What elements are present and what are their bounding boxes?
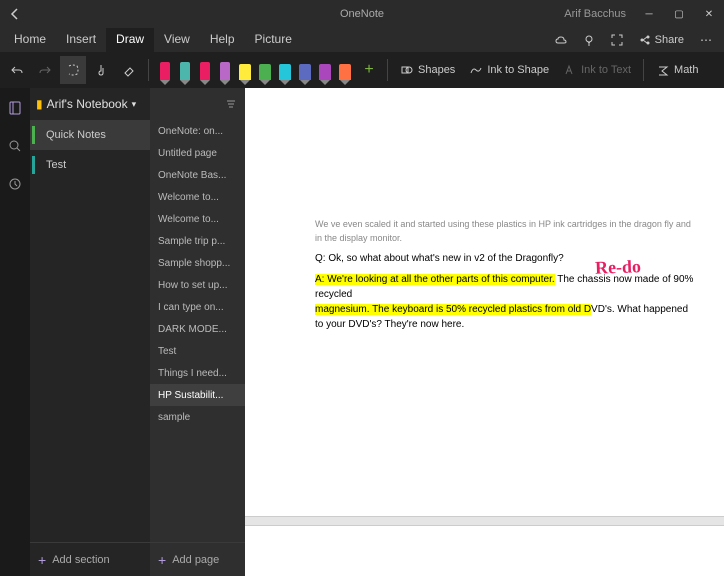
- note-text-clipped: We ve even scaled it and started using t…: [315, 218, 694, 245]
- pen-2[interactable]: [196, 55, 214, 85]
- eraser-button[interactable]: [116, 56, 142, 84]
- page-break: [245, 516, 724, 526]
- minimize-button[interactable]: ─: [634, 0, 664, 28]
- share-button[interactable]: Share: [633, 34, 690, 46]
- lightbulb-icon[interactable]: [577, 28, 601, 52]
- notebook-icon: ▮: [36, 97, 43, 111]
- highlighter-7[interactable]: [296, 55, 314, 85]
- math-button[interactable]: Math: [650, 56, 704, 84]
- pen-3[interactable]: [216, 55, 234, 85]
- add-page-button[interactable]: + Add page: [150, 542, 245, 576]
- section-item[interactable]: Quick Notes: [30, 120, 150, 150]
- page-item[interactable]: Untitled page: [150, 142, 245, 164]
- pen-0[interactable]: [156, 55, 174, 85]
- more-icon[interactable]: ⋯: [694, 28, 718, 52]
- page-item[interactable]: Welcome to...: [150, 186, 245, 208]
- notebooks-icon[interactable]: [0, 94, 30, 122]
- maximize-button[interactable]: ▢: [664, 0, 694, 28]
- sections-column: ▮ Arif's Notebook ▾ Quick Notes Test + Ad…: [30, 88, 150, 576]
- menu-view[interactable]: View: [154, 28, 200, 52]
- menubar: HomeInsertDrawViewHelpPicture Share ⋯: [0, 28, 724, 52]
- cloud-icon[interactable]: [549, 28, 573, 52]
- section-item[interactable]: Test: [30, 150, 150, 180]
- page-item[interactable]: How to set up...: [150, 274, 245, 296]
- page-item[interactable]: OneNote Bas...: [150, 164, 245, 186]
- draw-toolbar: + Shapes Ink to Shape Ink to Text Math: [0, 52, 724, 88]
- add-section-button[interactable]: + Add section: [30, 542, 150, 576]
- page-item[interactable]: I can type on...: [150, 296, 245, 318]
- redo-button[interactable]: [32, 56, 58, 84]
- menu-picture[interactable]: Picture: [245, 28, 302, 52]
- fullscreen-icon[interactable]: [605, 28, 629, 52]
- highlighter-5[interactable]: [256, 55, 274, 85]
- notebook-selector[interactable]: ▮ Arif's Notebook ▾: [30, 88, 150, 120]
- app-title: OneNote: [340, 8, 384, 20]
- pages-column: OneNote: on...Untitled pageOneNote Bas..…: [150, 88, 245, 576]
- plus-icon: +: [158, 552, 166, 568]
- menu-home[interactable]: Home: [4, 28, 56, 52]
- add-pen-button[interactable]: +: [357, 61, 381, 79]
- undo-button[interactable]: [4, 56, 30, 84]
- share-label: Share: [655, 34, 684, 46]
- shapes-button[interactable]: Shapes: [394, 56, 461, 84]
- page-item[interactable]: Sample shopp...: [150, 252, 245, 274]
- menu-insert[interactable]: Insert: [56, 28, 106, 52]
- page-item[interactable]: DARK MODE...: [150, 318, 245, 340]
- ink-to-shape-button[interactable]: Ink to Shape: [463, 56, 555, 84]
- page-item[interactable]: HP Sustabilit...: [150, 384, 245, 406]
- close-button[interactable]: ✕: [694, 0, 724, 28]
- ink-to-text-button: Ink to Text: [557, 56, 637, 84]
- highlighter-8[interactable]: [316, 55, 334, 85]
- page-item[interactable]: Things I need...: [150, 362, 245, 384]
- page-item[interactable]: sample: [150, 406, 245, 428]
- section-label: Quick Notes: [38, 129, 106, 141]
- search-icon[interactable]: [0, 132, 30, 160]
- chevron-down-icon: ▾: [132, 99, 137, 110]
- highlighter-6[interactable]: [276, 55, 294, 85]
- highlighter-4[interactable]: [236, 55, 254, 85]
- note-answer: A: We're looking at all the other parts …: [315, 272, 694, 332]
- note-content[interactable]: We ve even scaled it and started using t…: [315, 218, 694, 332]
- notebook-name: Arif's Notebook: [47, 97, 128, 111]
- page-item[interactable]: Sample trip p...: [150, 230, 245, 252]
- note-question: Q: Ok, so what about what's new in v2 of…: [315, 251, 694, 266]
- back-button[interactable]: [0, 0, 30, 28]
- recent-icon[interactable]: [0, 170, 30, 198]
- plus-icon: +: [38, 552, 46, 568]
- note-canvas[interactable]: We ve even scaled it and started using t…: [245, 88, 724, 576]
- section-label: Test: [38, 159, 66, 171]
- menu-help[interactable]: Help: [200, 28, 245, 52]
- nav-rail: [0, 88, 30, 576]
- user-name[interactable]: Arif Bacchus: [564, 8, 626, 20]
- page-item[interactable]: Welcome to...: [150, 208, 245, 230]
- touch-draw-button[interactable]: [88, 56, 114, 84]
- titlebar: OneNote Arif Bacchus ─ ▢ ✕: [0, 0, 724, 28]
- sort-icon[interactable]: [225, 98, 237, 110]
- lasso-select-button[interactable]: [60, 56, 86, 84]
- highlighter-9[interactable]: [336, 55, 354, 85]
- page-item[interactable]: OneNote: on...: [150, 120, 245, 142]
- pen-1[interactable]: [176, 55, 194, 85]
- menu-draw[interactable]: Draw: [106, 28, 154, 52]
- page-item[interactable]: Test: [150, 340, 245, 362]
